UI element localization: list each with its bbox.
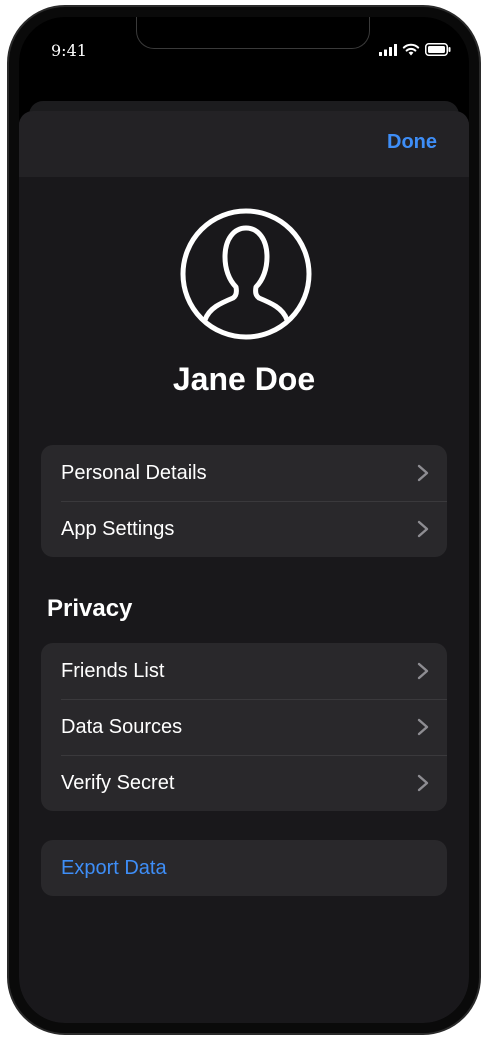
status-time: 9:41 [51, 41, 87, 60]
notch [136, 17, 370, 49]
profile-sheet: Done Jane Doe Personal Details App Setti… [19, 111, 469, 1023]
person-circle-icon [180, 208, 312, 340]
chevron-right-icon [417, 464, 429, 482]
wifi-icon [402, 43, 420, 56]
user-name: Jane Doe [172, 361, 316, 397]
chevron-right-icon [417, 718, 429, 736]
privacy-group: Friends List Data Sources Verify Secret [41, 643, 447, 811]
done-button[interactable]: Done [387, 131, 437, 154]
row-label: Verify Secret [61, 771, 175, 794]
row-label: Personal Details [61, 461, 207, 484]
row-label: Data Sources [61, 715, 183, 738]
verify-secret-row[interactable]: Verify Secret [41, 755, 447, 811]
privacy-section-title: Privacy [47, 595, 133, 622]
row-label: Friends List [61, 659, 165, 682]
chevron-right-icon [417, 520, 429, 538]
account-group: Personal Details App Settings [41, 445, 447, 557]
battery-icon [425, 43, 451, 56]
chevron-right-icon [417, 774, 429, 792]
export-group: Export Data [41, 840, 447, 896]
export-data-button[interactable]: Export Data [41, 840, 447, 896]
status-icons [379, 43, 451, 56]
sheet-header: Done [19, 111, 469, 177]
chevron-right-icon [417, 662, 429, 680]
app-settings-row[interactable]: App Settings [41, 501, 447, 557]
cellular-signal-icon [379, 43, 397, 56]
data-sources-row[interactable]: Data Sources [41, 699, 447, 755]
personal-details-row[interactable]: Personal Details [41, 445, 447, 501]
phone-frame: 9:41 Done Jane Doe Personal Details App … [7, 5, 481, 1035]
row-label: App Settings [61, 517, 175, 540]
friends-list-row[interactable]: Friends List [41, 643, 447, 699]
screen: 9:41 Done Jane Doe Personal Details App … [19, 17, 469, 1023]
